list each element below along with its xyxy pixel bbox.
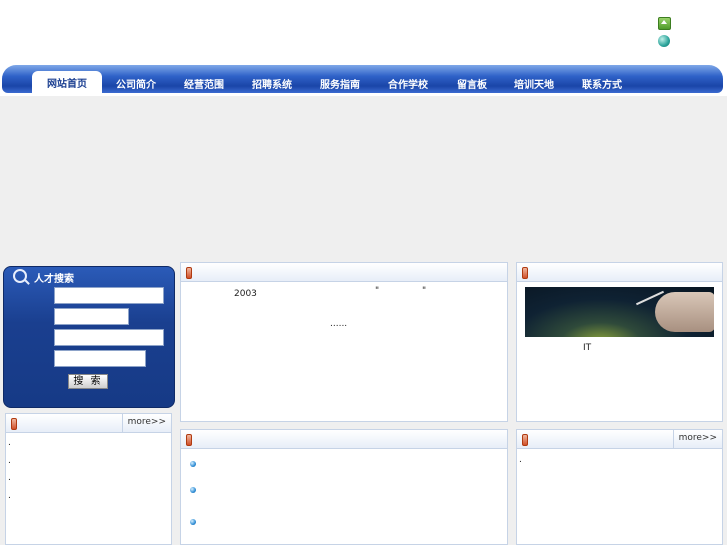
panel-header	[181, 263, 507, 282]
nav-item-contact[interactable]: 联系方式	[572, 72, 632, 96]
panel-header	[517, 263, 722, 282]
feature-image[interactable]	[525, 287, 714, 337]
nav-item-recruit[interactable]: 招聘系统	[242, 72, 302, 96]
company-intro-panel: 2003 " " ......	[180, 262, 508, 422]
bullet-icon	[190, 519, 196, 525]
thermometer-icon	[11, 418, 17, 430]
thermometer-icon	[186, 267, 192, 279]
talent-search-box: 人才搜索 搜 索	[3, 266, 175, 408]
bookmark-icon[interactable]	[658, 35, 670, 47]
banner	[0, 96, 727, 260]
home-icon[interactable]	[658, 17, 671, 30]
list-item[interactable]: .	[8, 473, 11, 483]
intro-year: 2003	[234, 289, 257, 299]
right-feature-panel: IT	[516, 262, 723, 422]
feature-caption: IT	[583, 343, 592, 353]
panel-header: more>>	[6, 414, 171, 433]
nav-item-guestbook[interactable]: 留言板	[446, 72, 498, 96]
nav-item-business[interactable]: 经营范围	[174, 72, 234, 96]
search-button[interactable]: 搜 索	[68, 374, 108, 389]
nav-item-about[interactable]: 公司简介	[106, 72, 166, 96]
intro-quote-close: "	[422, 286, 427, 296]
news-panel	[180, 429, 508, 545]
nav-item-training[interactable]: 培训天地	[504, 72, 564, 96]
intro-ellipsis[interactable]: ......	[330, 319, 347, 329]
list-item[interactable]: .	[8, 438, 11, 448]
nav-item-home[interactable]: 网站首页	[32, 71, 102, 95]
thermometer-icon	[522, 434, 528, 446]
search-field-1[interactable]	[54, 287, 164, 304]
list-item[interactable]: .	[519, 455, 522, 465]
hand-graphic	[655, 292, 714, 332]
search-field-4[interactable]	[54, 350, 146, 367]
intro-quote-open: "	[375, 286, 380, 296]
list-item[interactable]: .	[8, 491, 11, 501]
thermometer-icon	[522, 267, 528, 279]
bullet-icon	[190, 487, 196, 493]
thermometer-icon	[186, 434, 192, 446]
more-link[interactable]: more>>	[121, 414, 171, 432]
search-icon	[13, 269, 27, 283]
search-title: 人才搜索	[34, 274, 74, 285]
search-field-2[interactable]	[54, 308, 129, 325]
list-item[interactable]: .	[8, 456, 11, 466]
nav-item-service[interactable]: 服务指南	[310, 72, 370, 96]
top-header	[0, 0, 727, 64]
bullet-icon	[190, 461, 196, 467]
left-list-panel: more>> . . . .	[5, 413, 172, 545]
panel-header	[181, 430, 507, 449]
panel-header: more>>	[517, 430, 722, 449]
search-field-3[interactable]	[54, 329, 164, 346]
more-link[interactable]: more>>	[672, 430, 722, 448]
nav-item-schools[interactable]: 合作学校	[378, 72, 438, 96]
right-list-panel: more>> .	[516, 429, 723, 545]
